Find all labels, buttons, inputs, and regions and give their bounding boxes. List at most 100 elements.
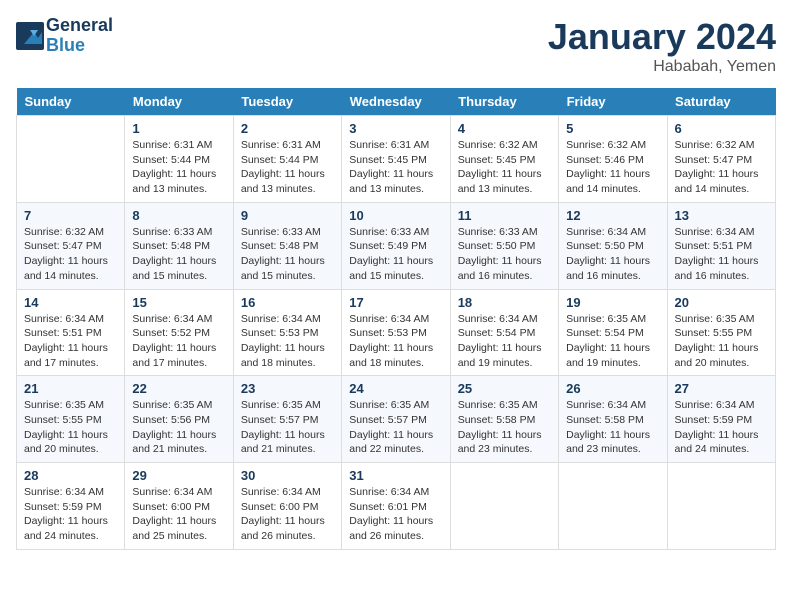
calendar-cell: 17 Sunrise: 6:34 AM Sunset: 5:53 PM Dayli… [342, 289, 450, 376]
calendar-cell: 26 Sunrise: 6:34 AM Sunset: 5:58 PM Dayli… [559, 376, 667, 463]
day-number: 12 [566, 208, 659, 223]
day-number: 14 [24, 295, 117, 310]
day-number: 11 [458, 208, 551, 223]
calendar-cell: 20 Sunrise: 6:35 AM Sunset: 5:55 PM Dayli… [667, 289, 775, 376]
weekday-header-row: SundayMondayTuesdayWednesdayThursdayFrid… [17, 88, 776, 116]
day-number: 7 [24, 208, 117, 223]
day-number: 22 [132, 381, 225, 396]
calendar-week-row: 7 Sunrise: 6:32 AM Sunset: 5:47 PM Daylig… [17, 202, 776, 289]
calendar-week-row: 14 Sunrise: 6:34 AM Sunset: 5:51 PM Dayli… [17, 289, 776, 376]
day-info: Sunrise: 6:34 AM Sunset: 6:01 PM Dayligh… [349, 485, 442, 544]
calendar-cell: 22Sunrise: 6:35 AM Sunset: 5:56 PM Dayli… [125, 376, 233, 463]
month-year: January 2024 [548, 16, 776, 58]
day-info: Sunrise: 6:31 AM Sunset: 5:44 PM Dayligh… [241, 138, 334, 197]
day-info: Sunrise: 6:33 AM Sunset: 5:48 PM Dayligh… [241, 225, 334, 284]
day-number: 16 [241, 295, 334, 310]
calendar-cell: 2 Sunrise: 6:31 AM Sunset: 5:44 PM Daylig… [233, 116, 341, 203]
logo-icon [16, 22, 44, 50]
calendar-cell: 6 Sunrise: 6:32 AM Sunset: 5:47 PM Daylig… [667, 116, 775, 203]
day-info: Sunrise: 6:31 AM Sunset: 5:44 PM Dayligh… [132, 138, 225, 197]
day-number: 25 [458, 381, 551, 396]
calendar-body: 1 Sunrise: 6:31 AM Sunset: 5:44 PM Daylig… [17, 116, 776, 550]
weekday-header-cell: Thursday [450, 88, 558, 116]
calendar-cell: 27 Sunrise: 6:34 AM Sunset: 5:59 PM Dayli… [667, 376, 775, 463]
day-number: 18 [458, 295, 551, 310]
day-number: 26 [566, 381, 659, 396]
day-number: 31 [349, 468, 442, 483]
day-number: 15 [132, 295, 225, 310]
calendar-cell: 10Sunrise: 6:33 AM Sunset: 5:49 PM Dayli… [342, 202, 450, 289]
calendar-cell: 14 Sunrise: 6:34 AM Sunset: 5:51 PM Dayli… [17, 289, 125, 376]
weekday-header-cell: Saturday [667, 88, 775, 116]
day-info: Sunrise: 6:34 AM Sunset: 6:00 PM Dayligh… [132, 485, 225, 544]
day-number: 28 [24, 468, 117, 483]
calendar-cell: 11 Sunrise: 6:33 AM Sunset: 5:50 PM Dayli… [450, 202, 558, 289]
day-number: 8 [132, 208, 225, 223]
calendar-cell: 21 Sunrise: 6:35 AM Sunset: 5:55 PM Dayli… [17, 376, 125, 463]
calendar-week-row: 1 Sunrise: 6:31 AM Sunset: 5:44 PM Daylig… [17, 116, 776, 203]
calendar-cell: 1 Sunrise: 6:31 AM Sunset: 5:44 PM Daylig… [125, 116, 233, 203]
weekday-header-cell: Friday [559, 88, 667, 116]
calendar-cell [450, 463, 558, 550]
day-info: Sunrise: 6:35 AM Sunset: 5:58 PM Dayligh… [458, 398, 551, 457]
calendar-cell: 19 Sunrise: 6:35 AM Sunset: 5:54 PM Dayli… [559, 289, 667, 376]
location: Hababah, Yemen [548, 58, 776, 76]
calendar-cell: 9 Sunrise: 6:33 AM Sunset: 5:48 PM Daylig… [233, 202, 341, 289]
day-number: 6 [675, 121, 768, 136]
calendar-cell: 16Sunrise: 6:34 AM Sunset: 5:53 PM Dayli… [233, 289, 341, 376]
calendar-cell: 30Sunrise: 6:34 AM Sunset: 6:00 PM Dayli… [233, 463, 341, 550]
calendar-cell: 15 Sunrise: 6:34 AM Sunset: 5:52 PM Dayli… [125, 289, 233, 376]
calendar-cell: 7 Sunrise: 6:32 AM Sunset: 5:47 PM Daylig… [17, 202, 125, 289]
day-number: 19 [566, 295, 659, 310]
day-number: 9 [241, 208, 334, 223]
calendar-week-row: 21 Sunrise: 6:35 AM Sunset: 5:55 PM Dayli… [17, 376, 776, 463]
day-number: 30 [241, 468, 334, 483]
calendar-cell: 29 Sunrise: 6:34 AM Sunset: 6:00 PM Dayli… [125, 463, 233, 550]
day-info: Sunrise: 6:33 AM Sunset: 5:50 PM Dayligh… [458, 225, 551, 284]
calendar-cell [559, 463, 667, 550]
page-header: General Blue January 2024 Hababah, Yemen [16, 16, 776, 76]
day-info: Sunrise: 6:35 AM Sunset: 5:54 PM Dayligh… [566, 312, 659, 371]
calendar-cell: 13Sunrise: 6:34 AM Sunset: 5:51 PM Dayli… [667, 202, 775, 289]
day-info: Sunrise: 6:34 AM Sunset: 5:54 PM Dayligh… [458, 312, 551, 371]
day-number: 4 [458, 121, 551, 136]
weekday-header-cell: Sunday [17, 88, 125, 116]
calendar-cell: 23 Sunrise: 6:35 AM Sunset: 5:57 PM Dayli… [233, 376, 341, 463]
weekday-header-cell: Tuesday [233, 88, 341, 116]
day-info: Sunrise: 6:34 AM Sunset: 5:50 PM Dayligh… [566, 225, 659, 284]
day-info: Sunrise: 6:33 AM Sunset: 5:48 PM Dayligh… [132, 225, 225, 284]
day-number: 24 [349, 381, 442, 396]
day-number: 29 [132, 468, 225, 483]
day-number: 27 [675, 381, 768, 396]
day-info: Sunrise: 6:34 AM Sunset: 5:59 PM Dayligh… [675, 398, 768, 457]
day-info: Sunrise: 6:32 AM Sunset: 5:45 PM Dayligh… [458, 138, 551, 197]
day-info: Sunrise: 6:34 AM Sunset: 5:51 PM Dayligh… [24, 312, 117, 371]
calendar-cell: 12 Sunrise: 6:34 AM Sunset: 5:50 PM Dayli… [559, 202, 667, 289]
calendar-week-row: 28Sunrise: 6:34 AM Sunset: 5:59 PM Dayli… [17, 463, 776, 550]
title-block: January 2024 Hababah, Yemen [548, 16, 776, 76]
day-info: Sunrise: 6:32 AM Sunset: 5:47 PM Dayligh… [24, 225, 117, 284]
day-number: 21 [24, 381, 117, 396]
day-number: 17 [349, 295, 442, 310]
day-number: 2 [241, 121, 334, 136]
calendar-cell [17, 116, 125, 203]
calendar-cell: 18 Sunrise: 6:34 AM Sunset: 5:54 PM Dayli… [450, 289, 558, 376]
day-info: Sunrise: 6:35 AM Sunset: 5:55 PM Dayligh… [675, 312, 768, 371]
day-info: Sunrise: 6:32 AM Sunset: 5:46 PM Dayligh… [566, 138, 659, 197]
day-info: Sunrise: 6:35 AM Sunset: 5:57 PM Dayligh… [241, 398, 334, 457]
day-number: 20 [675, 295, 768, 310]
day-info: Sunrise: 6:34 AM Sunset: 5:53 PM Dayligh… [349, 312, 442, 371]
calendar-cell: 8 Sunrise: 6:33 AM Sunset: 5:48 PM Daylig… [125, 202, 233, 289]
logo-text: General Blue [46, 16, 113, 56]
day-info: Sunrise: 6:34 AM Sunset: 5:58 PM Dayligh… [566, 398, 659, 457]
day-info: Sunrise: 6:35 AM Sunset: 5:55 PM Dayligh… [24, 398, 117, 457]
calendar-cell: 24Sunrise: 6:35 AM Sunset: 5:57 PM Dayli… [342, 376, 450, 463]
calendar-table: SundayMondayTuesdayWednesdayThursdayFrid… [16, 88, 776, 550]
day-number: 23 [241, 381, 334, 396]
day-number: 3 [349, 121, 442, 136]
logo: General Blue [16, 16, 113, 56]
day-info: Sunrise: 6:32 AM Sunset: 5:47 PM Dayligh… [675, 138, 768, 197]
day-number: 5 [566, 121, 659, 136]
day-info: Sunrise: 6:34 AM Sunset: 5:52 PM Dayligh… [132, 312, 225, 371]
day-number: 1 [132, 121, 225, 136]
